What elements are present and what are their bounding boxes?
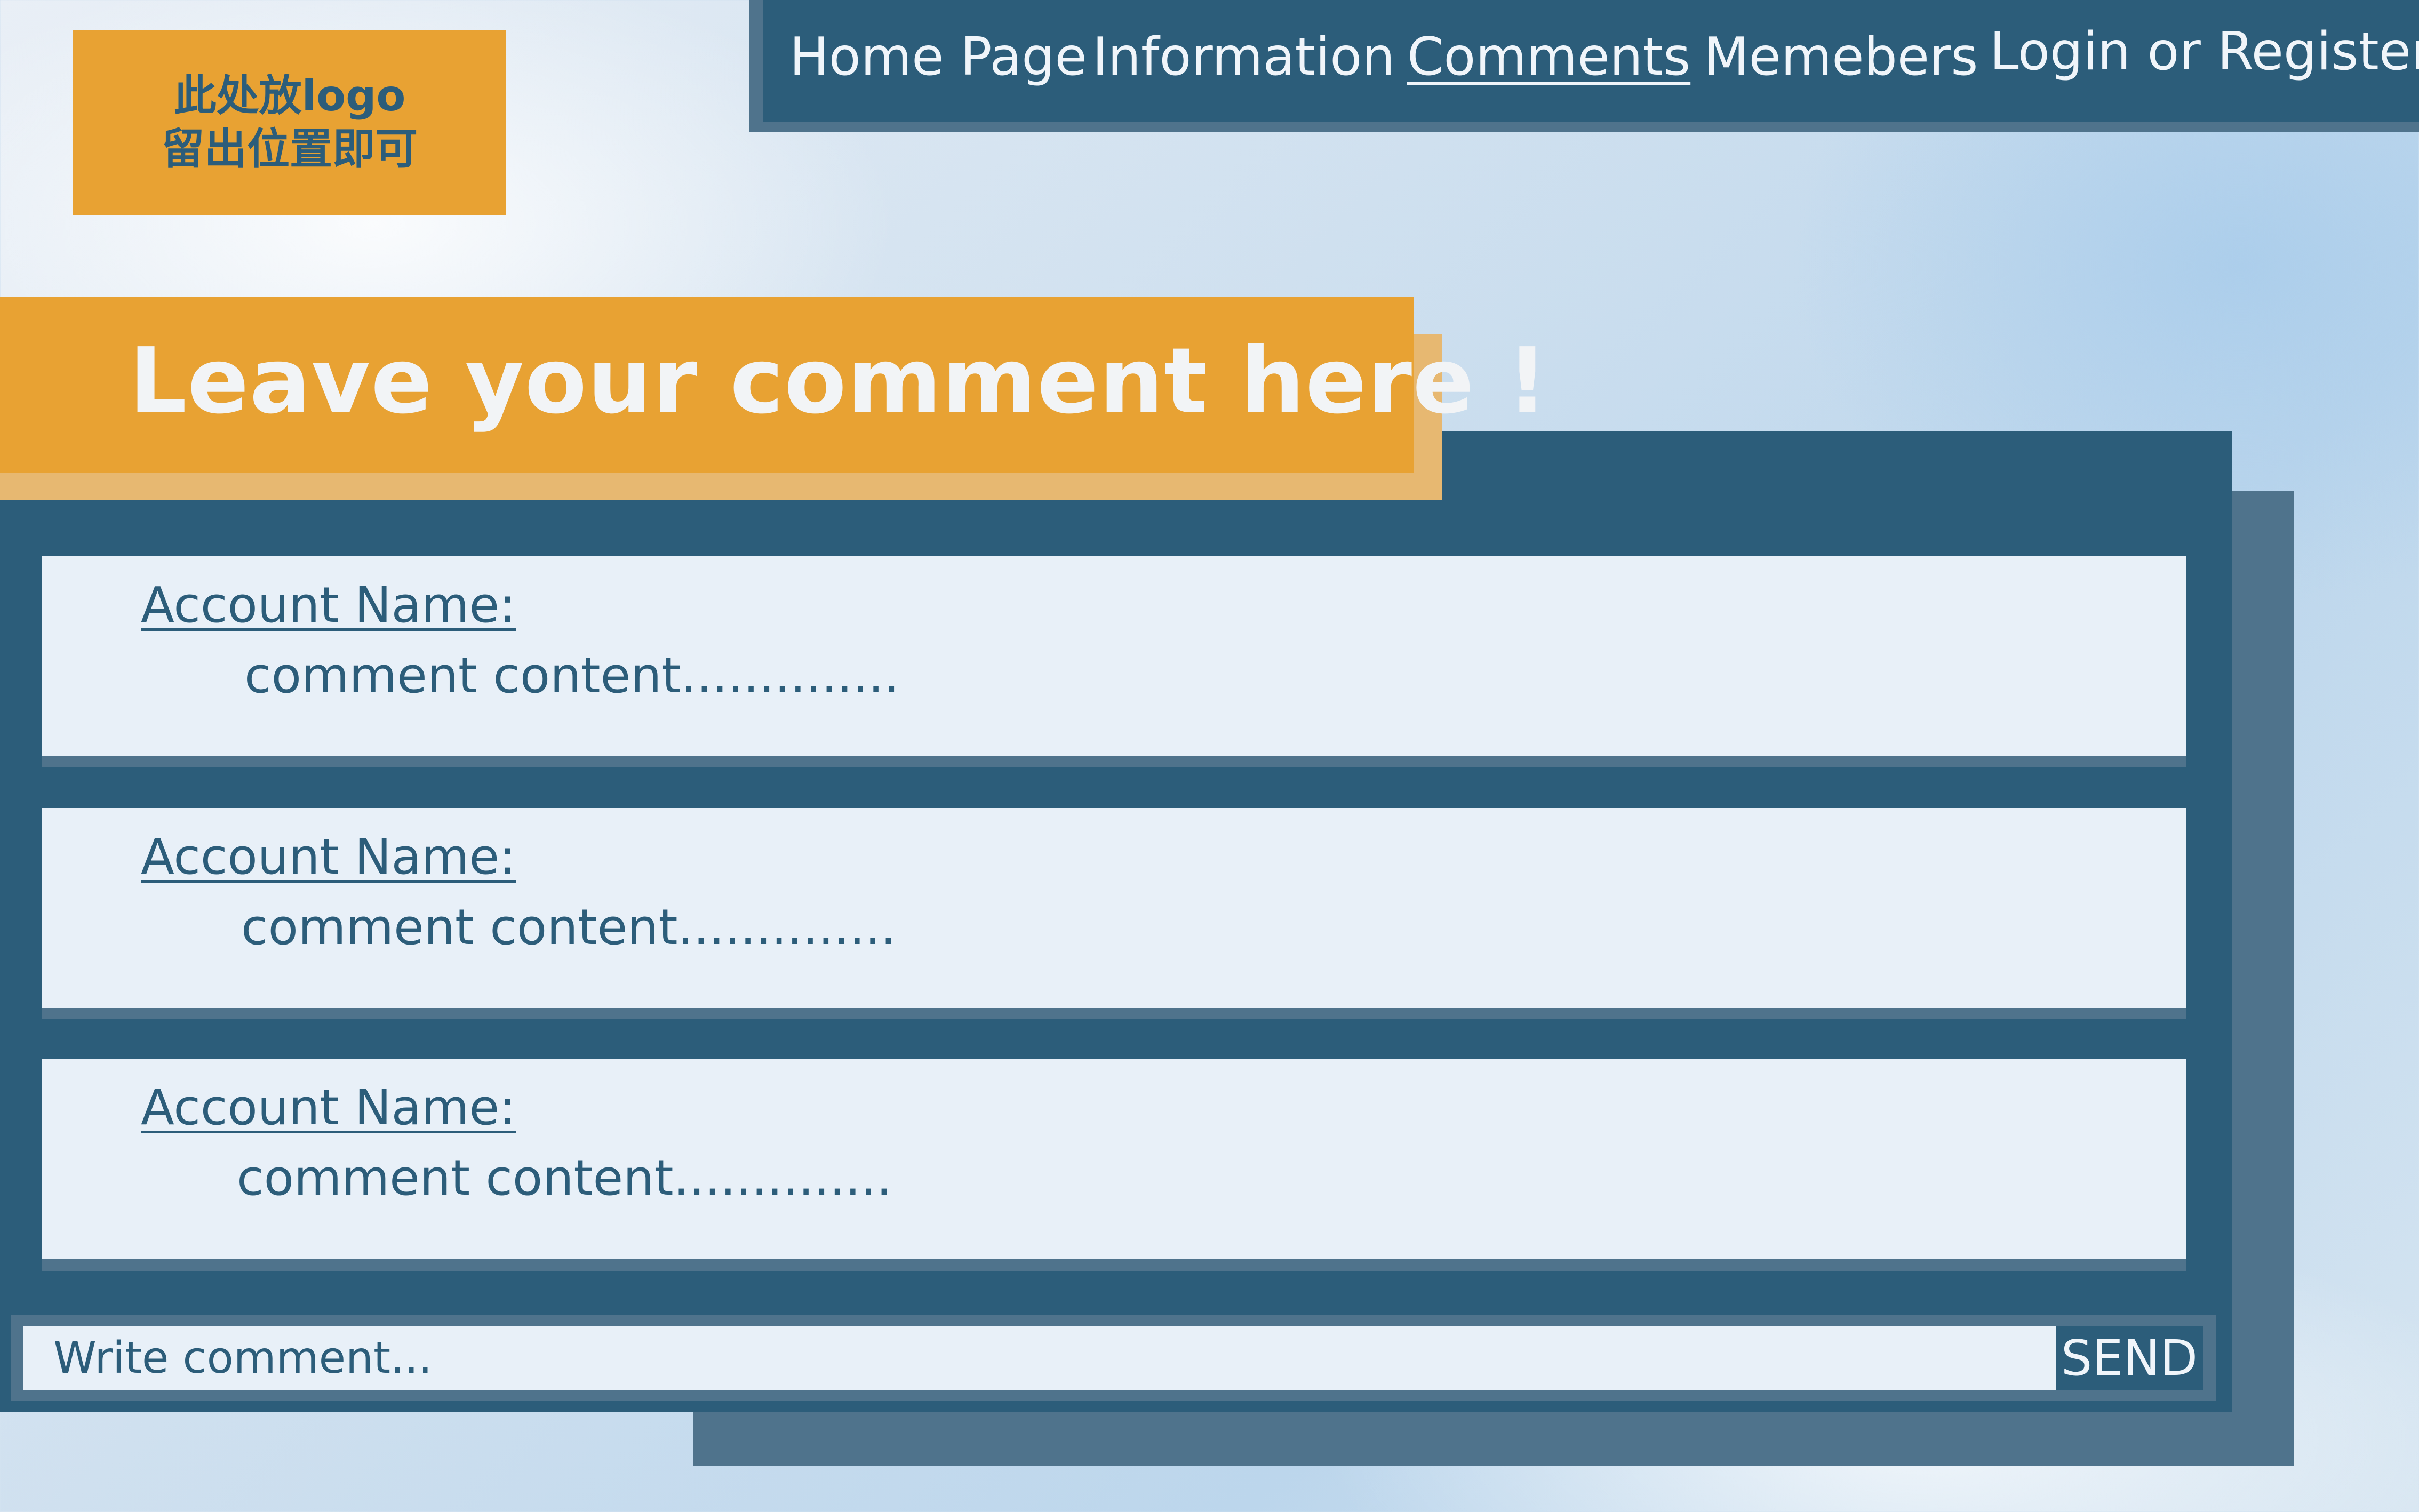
nav-bar: Home Page Information Comments Memebers … [763,0,2419,122]
comment-card: Account Name: comment content...........… [42,556,2186,756]
comment-account-name[interactable]: Account Name: [141,1079,516,1136]
logo-text-line2: 留出位置即可 [162,124,418,174]
send-button[interactable]: SEND [2056,1326,2203,1390]
comment-card-shade [42,1006,2186,1019]
comment-card: Account Name: comment content...........… [42,808,2186,1008]
comment-content: comment content.............. [241,899,896,956]
comment-account-name[interactable]: Account Name: [141,828,516,885]
comment-banner: Leave your comment here ! [0,297,1548,473]
comment-card: Account Name: comment content...........… [42,1059,2186,1259]
comment-content: comment content.............. [237,1149,892,1206]
logo-text-line1: 此处放logo [173,71,406,121]
write-comment-input[interactable] [23,1326,2056,1390]
comment-account-name[interactable]: Account Name: [141,577,516,634]
logo-placeholder: 此处放logo 留出位置即可 [73,30,506,215]
nav-item-information[interactable]: Information [1092,27,1395,87]
page-title: Leave your comment here ! [129,329,1549,434]
comment-card-shade [42,1259,2186,1271]
comment-content: comment content.............. [244,647,899,704]
nav-item-comments[interactable]: Comments [1407,27,1690,87]
nav-item-login-register[interactable]: Login or Register [1990,21,2419,82]
nav-item-home-page[interactable]: Home Page [789,27,1087,87]
nav-item-members[interactable]: Memebers [1704,27,1978,87]
